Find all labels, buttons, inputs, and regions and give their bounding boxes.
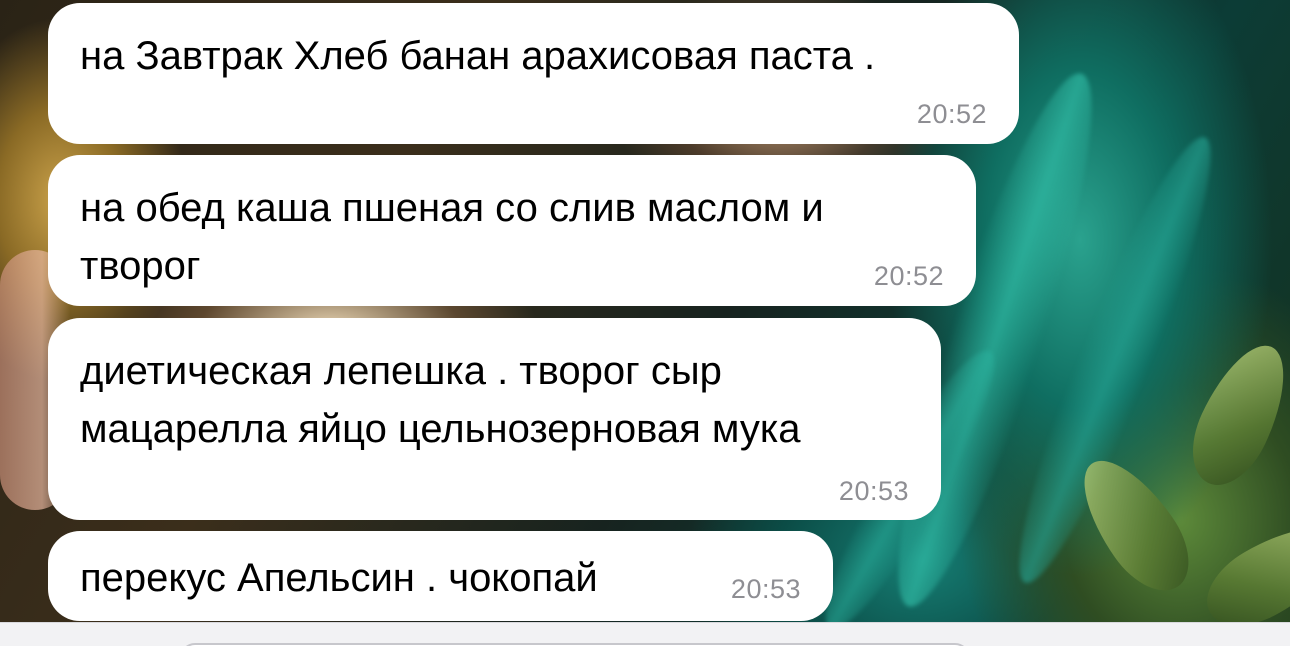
message-text: на Завтрак Хлеб банан арахисовая паста . (80, 34, 876, 78)
message-bubble[interactable]: перекус Апельсин . чокопай 20:53 (48, 531, 833, 621)
wallpaper-leaf (1192, 507, 1290, 622)
message-input-bar (0, 622, 1290, 646)
message-timestamp: 20:52 (916, 99, 987, 129)
message-bubble[interactable]: диетическая лепешка . творог сыр мацарел… (48, 318, 941, 520)
message-bubble[interactable]: на Завтрак Хлеб банан арахисовая паста .… (48, 3, 1019, 144)
message-text: перекус Апельсин . чокопай (80, 556, 598, 600)
message-timestamp: 20:53 (730, 574, 801, 604)
message-text: на обед каша пшеная со слив маслом и тво… (80, 186, 824, 288)
message-timestamp: 20:52 (873, 261, 944, 291)
message-timestamp: 20:53 (838, 476, 909, 506)
message-bubble[interactable]: на обед каша пшеная со слив маслом и тво… (48, 155, 976, 306)
message-text: диетическая лепешка . творог сыр мацарел… (80, 349, 801, 451)
wallpaper-leaf (1176, 332, 1290, 498)
